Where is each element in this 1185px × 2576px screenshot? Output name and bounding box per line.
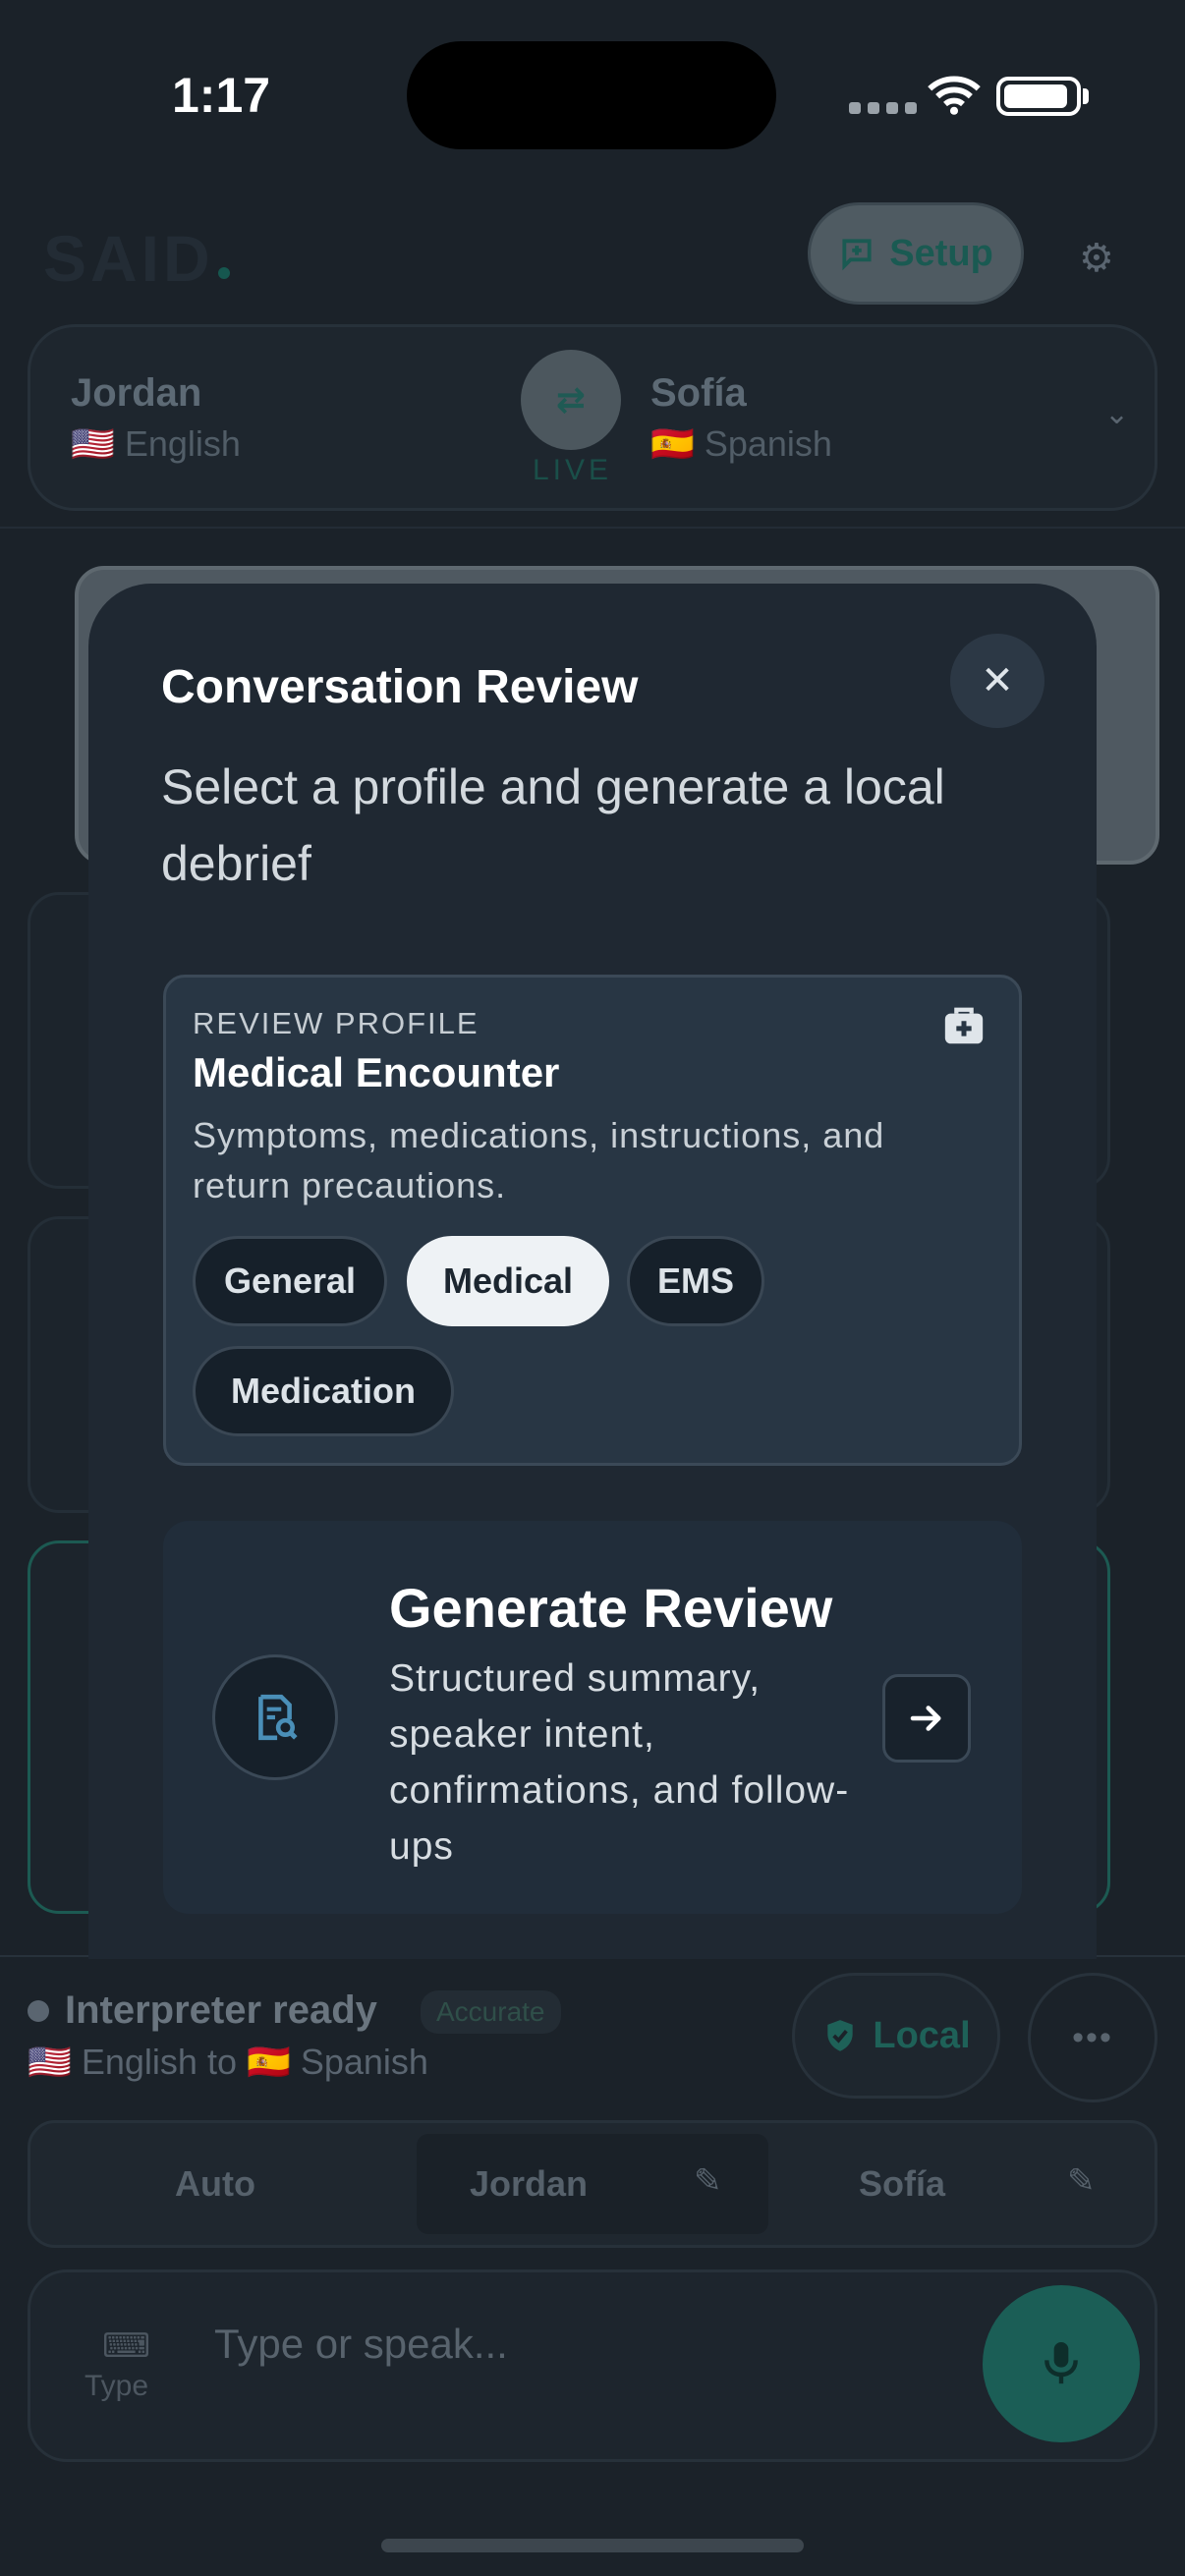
logo-dot	[218, 267, 230, 279]
gear-icon[interactable]: ⚙	[1079, 236, 1114, 281]
spain-flag-icon: 🇪🇸	[246, 2042, 291, 2082]
speaker-a-language: English	[124, 423, 241, 464]
message-input[interactable]: Type or speak...	[214, 2321, 508, 2368]
arrow-right-icon	[910, 1706, 941, 1731]
speaker-option-jordan[interactable]: Jordan	[470, 2163, 588, 2205]
generate-icon-container	[212, 1654, 338, 1780]
profile-title: Medical Encounter	[193, 1049, 560, 1095]
ellipsis-icon: •••	[1072, 2018, 1113, 2056]
spain-flag-icon: 🇪🇸	[650, 423, 695, 464]
setup-button[interactable]: Setup	[808, 202, 1024, 305]
speaker-a-name: Jordan	[71, 371, 202, 415]
add-chat-icon	[842, 239, 872, 271]
shield-check-icon	[827, 2020, 854, 2051]
swap-languages-button[interactable]: ⇄	[521, 350, 621, 450]
speaker-b-language: Spanish	[704, 423, 832, 464]
speaker-option-auto[interactable]: Auto	[175, 2163, 255, 2205]
swap-icon: ⇄	[555, 379, 587, 420]
status-dot	[28, 2000, 49, 2022]
app-logo: SAID	[43, 222, 214, 295]
modal-title: Conversation Review	[161, 661, 639, 713]
generate-review-button[interactable]	[882, 1674, 971, 1763]
setup-label: Setup	[889, 232, 993, 274]
speaker-a: Jordan 🇺🇸 English	[71, 371, 241, 465]
speaker-option-sofia[interactable]: Sofía	[859, 2163, 945, 2205]
profile-chip-medical[interactable]: Medical	[407, 1236, 609, 1326]
us-flag-icon: 🇺🇸	[28, 2042, 72, 2082]
interpreter-status: Interpreter ready	[65, 1988, 377, 2032]
speaker-b-name: Sofía	[650, 371, 747, 415]
edit-pencil-icon[interactable]: ✎	[694, 2161, 722, 2201]
close-icon: ✕	[981, 659, 1014, 702]
close-button[interactable]: ✕	[950, 634, 1044, 728]
cellular-signal-icon	[849, 102, 917, 114]
profile-chip-medication[interactable]: Medication	[193, 1346, 454, 1436]
chevron-down-icon[interactable]: ⌄	[1104, 397, 1129, 431]
modal-subtitle: Select a profile and generate a local de…	[161, 759, 945, 891]
edit-pencil-icon[interactable]: ✎	[1067, 2161, 1096, 2201]
header-divider	[0, 527, 1185, 529]
mode-badge: Accurate	[421, 1990, 561, 2034]
us-flag-icon: 🇺🇸	[71, 423, 115, 464]
profile-description: Symptoms, medications, instructions, and…	[193, 1115, 885, 1205]
profile-chip-ems[interactable]: EMS	[627, 1236, 764, 1326]
profile-chip-general[interactable]: General	[193, 1236, 387, 1326]
more-options-button[interactable]: •••	[1028, 1973, 1157, 2102]
wifi-icon	[928, 76, 981, 115]
profile-eyebrow: REVIEW PROFILE	[193, 1006, 480, 1040]
generate-description: Structured summary, speaker intent, conf…	[389, 1657, 850, 1868]
battery-icon	[996, 77, 1081, 116]
keyboard-icon[interactable]: ⌨	[102, 2326, 150, 2366]
generate-title: Generate Review	[389, 1577, 833, 1639]
microphone-icon	[1044, 2342, 1078, 2384]
live-label: LIVE	[533, 454, 613, 486]
home-indicator	[381, 2539, 804, 2552]
dynamic-island	[407, 41, 776, 149]
local-label: Local	[873, 2014, 971, 2056]
speaker-b: Sofía 🇪🇸 Spanish	[650, 371, 832, 465]
microphone-button[interactable]	[983, 2285, 1140, 2442]
local-mode-button[interactable]: Local	[792, 1973, 1000, 2099]
battery-cap	[1083, 88, 1089, 104]
medical-kit-icon	[944, 1007, 984, 1044]
status-time: 1:17	[172, 68, 271, 123]
type-label: Type	[85, 2370, 149, 2402]
document-search-icon	[258, 1694, 298, 1741]
direction-label: 🇺🇸 English to 🇪🇸 Spanish	[28, 2042, 428, 2082]
